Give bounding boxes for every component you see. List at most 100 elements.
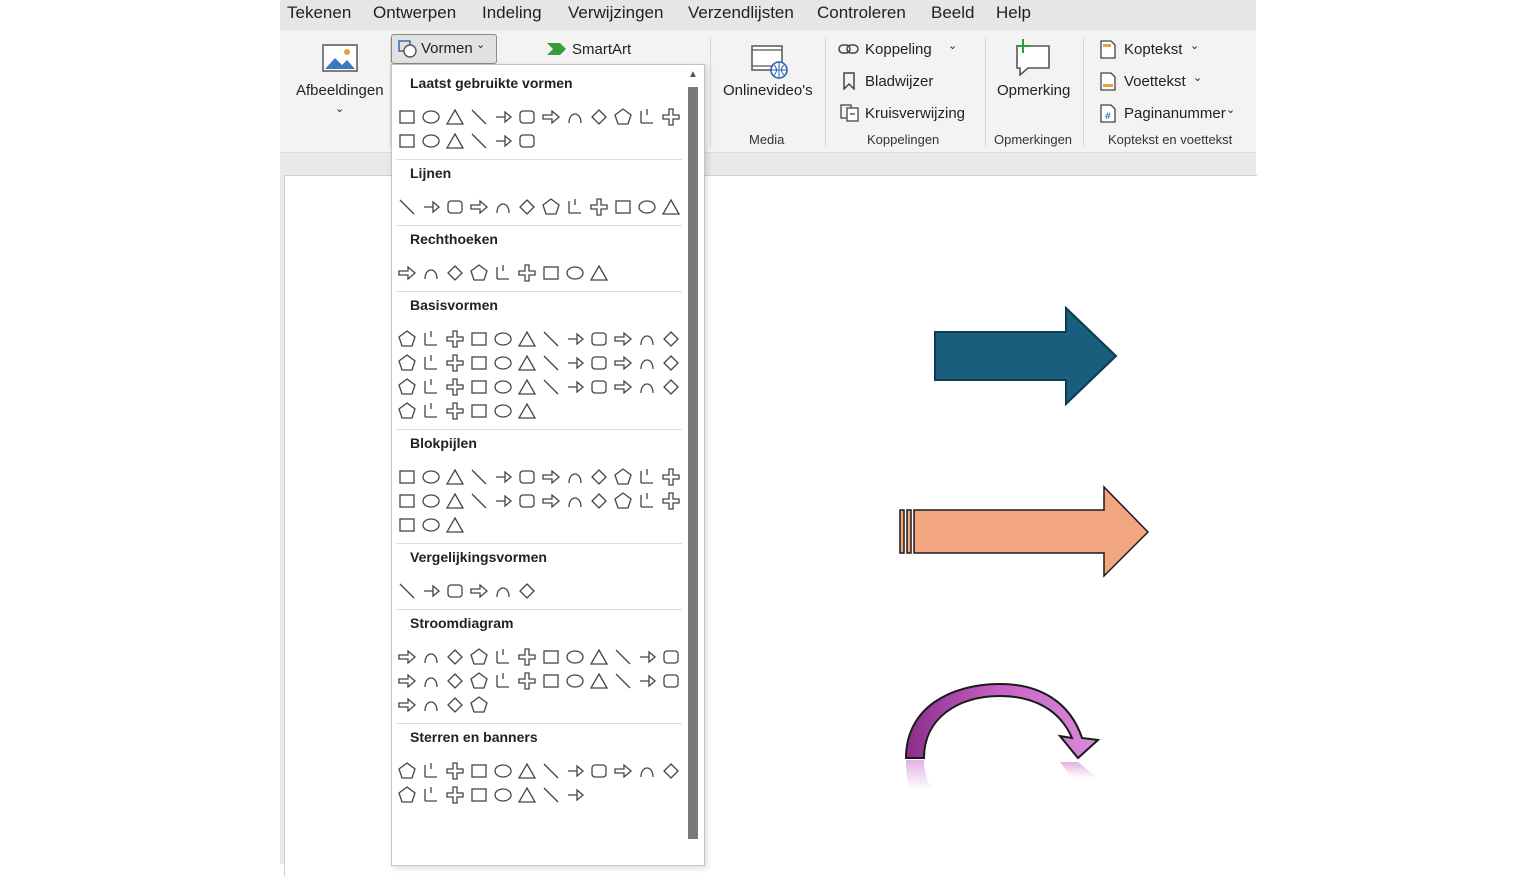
shape-option-icon[interactable] [395,669,419,693]
shape-option-icon[interactable] [563,465,587,489]
shape-option-icon[interactable] [515,465,539,489]
shape-option-icon[interactable] [611,375,635,399]
shape-option-icon[interactable] [467,669,491,693]
shape-option-icon[interactable] [467,693,491,717]
shape-option-icon[interactable] [635,669,659,693]
shape-option-icon[interactable] [395,693,419,717]
shape-option-icon[interactable] [419,327,443,351]
shape-option-icon[interactable] [587,195,611,219]
shape-option-icon[interactable] [467,759,491,783]
tab-beeld[interactable]: Beeld [931,3,974,23]
curved-arrow-shape[interactable] [900,678,1110,838]
shape-option-icon[interactable] [611,489,635,513]
shape-option-icon[interactable] [563,759,587,783]
shape-option-icon[interactable] [467,327,491,351]
shape-option-icon[interactable] [539,489,563,513]
shape-option-icon[interactable] [491,261,515,285]
shape-option-icon[interactable] [563,375,587,399]
shape-option-icon[interactable] [539,375,563,399]
shape-option-icon[interactable] [395,195,419,219]
shape-option-icon[interactable] [491,195,515,219]
afbeeldingen-button[interactable]: Afbeeldingen ⌄ [292,38,388,118]
tab-indeling[interactable]: Indeling [482,3,542,23]
tab-verzendlijsten[interactable]: Verzendlijsten [688,3,794,23]
shape-option-icon[interactable] [443,759,467,783]
shape-option-icon[interactable] [515,759,539,783]
shape-option-icon[interactable] [515,129,539,153]
shape-option-icon[interactable] [443,375,467,399]
shape-option-icon[interactable] [491,327,515,351]
shape-option-icon[interactable] [539,195,563,219]
shape-option-icon[interactable] [539,327,563,351]
shape-option-icon[interactable] [419,105,443,129]
shape-option-icon[interactable] [587,351,611,375]
shape-option-icon[interactable] [443,645,467,669]
shape-option-icon[interactable] [635,195,659,219]
striped-arrow-shape[interactable] [894,482,1156,582]
shape-option-icon[interactable] [467,261,491,285]
shape-option-icon[interactable] [563,669,587,693]
shape-option-icon[interactable] [395,513,419,537]
shape-option-icon[interactable] [539,669,563,693]
shape-option-icon[interactable] [467,645,491,669]
shape-option-icon[interactable] [611,327,635,351]
shape-option-icon[interactable] [419,759,443,783]
shape-option-icon[interactable] [419,579,443,603]
shape-option-icon[interactable] [611,669,635,693]
shape-option-icon[interactable] [635,351,659,375]
shape-option-icon[interactable] [467,105,491,129]
shape-option-icon[interactable] [491,669,515,693]
shape-option-icon[interactable] [395,327,419,351]
shape-option-icon[interactable] [419,513,443,537]
shape-option-icon[interactable] [491,105,515,129]
shape-option-icon[interactable] [515,579,539,603]
kruisverwijzing-button[interactable]: Kruisverwijzing [838,104,978,126]
shape-option-icon[interactable] [659,489,683,513]
shape-option-icon[interactable] [491,399,515,423]
shape-option-icon[interactable] [563,195,587,219]
shape-option-icon[interactable] [467,351,491,375]
shape-option-icon[interactable] [467,399,491,423]
shape-option-icon[interactable] [587,327,611,351]
shape-option-icon[interactable] [443,327,467,351]
shape-option-icon[interactable] [443,693,467,717]
shape-option-icon[interactable] [467,129,491,153]
shape-option-icon[interactable] [563,105,587,129]
shape-option-icon[interactable] [659,105,683,129]
shape-option-icon[interactable] [563,351,587,375]
shape-option-icon[interactable] [491,489,515,513]
shape-option-icon[interactable] [515,327,539,351]
shape-option-icon[interactable] [563,261,587,285]
shape-option-icon[interactable] [659,375,683,399]
shape-option-icon[interactable] [443,105,467,129]
shape-option-icon[interactable] [587,759,611,783]
shape-option-icon[interactable] [611,105,635,129]
koppeling-button[interactable]: Koppeling ⌄ [838,40,964,62]
shape-option-icon[interactable] [539,645,563,669]
shape-option-icon[interactable] [419,261,443,285]
shape-option-icon[interactable] [539,783,563,807]
shape-option-icon[interactable] [491,645,515,669]
shape-option-icon[interactable] [443,399,467,423]
shape-option-icon[interactable] [419,783,443,807]
shape-option-icon[interactable] [587,105,611,129]
shape-option-icon[interactable] [395,759,419,783]
shape-option-icon[interactable] [659,327,683,351]
shape-option-icon[interactable] [443,489,467,513]
shape-option-icon[interactable] [515,669,539,693]
shape-option-icon[interactable] [491,783,515,807]
chevron-down-icon[interactable]: ⌄ [948,39,957,52]
shape-option-icon[interactable] [611,645,635,669]
koptekst-button[interactable]: Koptekst ⌄ [1100,40,1210,62]
shape-option-icon[interactable] [659,195,683,219]
shape-option-icon[interactable] [587,489,611,513]
shape-option-icon[interactable] [443,465,467,489]
shape-option-icon[interactable] [395,105,419,129]
shape-option-icon[interactable] [539,465,563,489]
shape-option-icon[interactable] [611,759,635,783]
tab-help[interactable]: Help [996,3,1031,23]
shape-option-icon[interactable] [395,645,419,669]
bladwijzer-button[interactable]: Bladwijzer [838,72,958,94]
tab-tekenen[interactable]: Tekenen [287,3,351,23]
shape-option-icon[interactable] [395,465,419,489]
